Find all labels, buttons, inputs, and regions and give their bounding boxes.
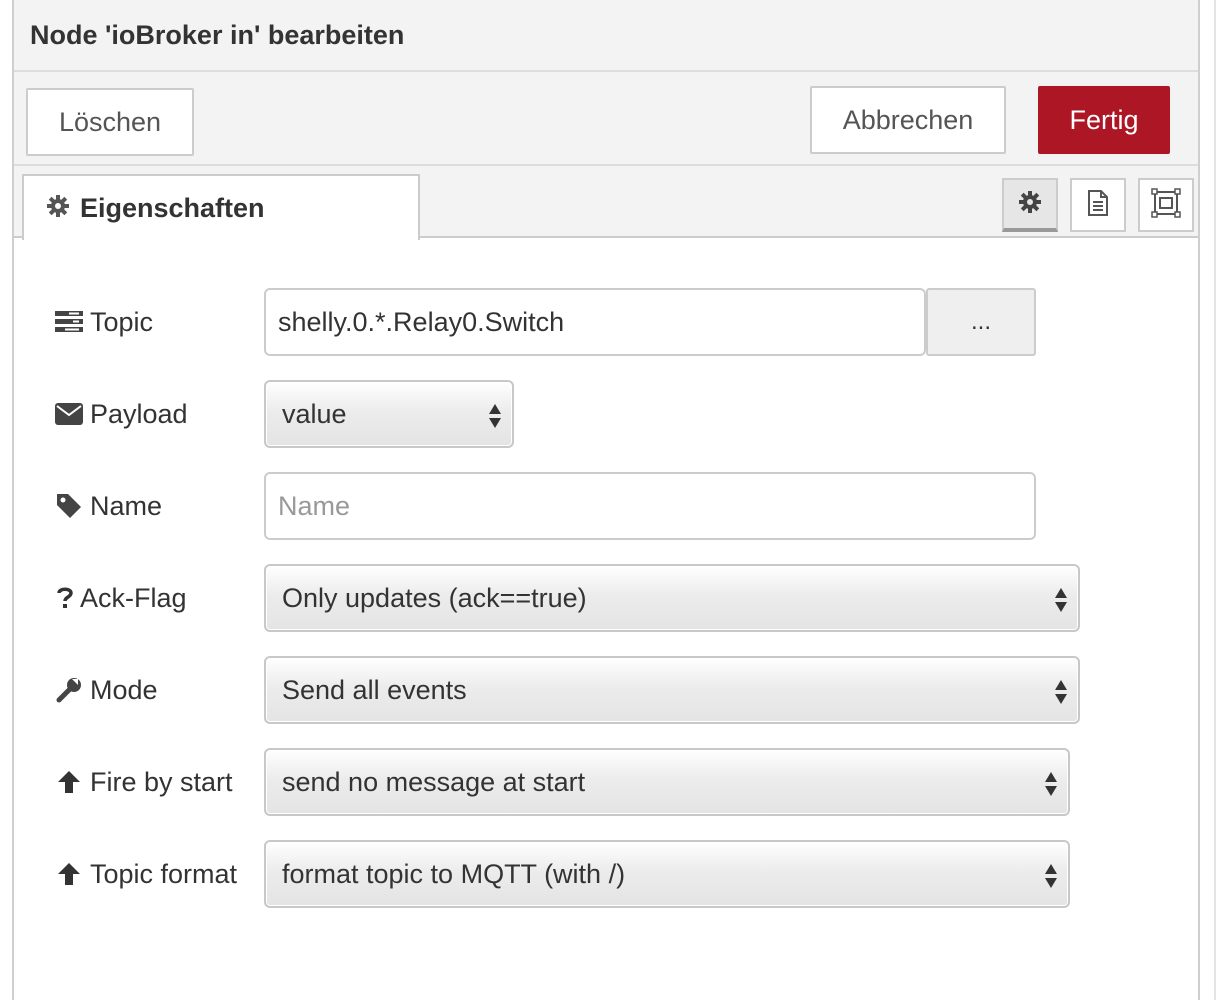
tasks-icon xyxy=(54,311,84,333)
tab-properties[interactable]: Eigenschaften xyxy=(22,174,420,240)
envelope-icon xyxy=(54,403,84,425)
question-icon xyxy=(54,586,76,610)
select-arrows-icon xyxy=(489,404,501,428)
arrow-up-icon xyxy=(54,861,84,887)
select-arrows-icon xyxy=(1055,680,1067,704)
tabs-bar: Eigenschaften xyxy=(14,166,1198,240)
appearance-tab-button[interactable] xyxy=(1138,178,1194,232)
properties-tab-button[interactable] xyxy=(1002,178,1058,232)
edit-node-dialog: Node 'ioBroker in' bearbeiten Löschen Ab… xyxy=(12,0,1200,1000)
tag-icon xyxy=(54,493,84,519)
gear-icon xyxy=(1018,190,1042,219)
dialog-title: Node 'ioBroker in' bearbeiten xyxy=(30,20,405,50)
name-row: Name Name xyxy=(14,472,1198,540)
fire-by-start-label: Fire by start xyxy=(54,748,233,816)
dialog-header: Node 'ioBroker in' bearbeiten xyxy=(14,0,1198,72)
name-label: Name xyxy=(54,472,162,540)
select-arrows-icon xyxy=(1055,588,1067,612)
document-icon xyxy=(1086,189,1110,222)
done-button[interactable]: Fertig xyxy=(1038,86,1170,154)
gear-icon xyxy=(46,194,70,223)
select-arrows-icon xyxy=(1045,864,1057,888)
select-arrows-icon xyxy=(1045,772,1057,796)
payload-select[interactable]: value xyxy=(264,380,514,448)
topic-row: Topic shelly.0.*.Relay0.Switch ... xyxy=(14,288,1198,356)
cancel-button[interactable]: Abbrechen xyxy=(810,86,1006,154)
fire-by-start-select[interactable]: send no message at start xyxy=(264,748,1070,816)
delete-button[interactable]: Löschen xyxy=(26,88,194,156)
fire-by-start-row: Fire by start send no message at start xyxy=(14,748,1198,816)
background-editor-edge xyxy=(1200,0,1220,1000)
payload-row: Payload value xyxy=(14,380,1198,448)
properties-form: Topic shelly.0.*.Relay0.Switch ... Paylo… xyxy=(14,240,1198,1000)
topic-label: Topic xyxy=(54,288,153,356)
tab-properties-label: Eigenschaften xyxy=(80,192,265,223)
mode-select[interactable]: Send all events xyxy=(264,656,1080,724)
mode-row: Mode Send all events xyxy=(14,656,1198,724)
wrench-icon xyxy=(54,677,84,703)
arrow-up-icon xyxy=(54,769,84,795)
topic-format-select[interactable]: format topic to MQTT (with /) xyxy=(264,840,1070,908)
ack-flag-row: Ack-Flag Only updates (ack==true) xyxy=(14,564,1198,632)
topic-input[interactable]: shelly.0.*.Relay0.Switch xyxy=(264,288,926,356)
dialog-toolbar: Löschen Abbrechen Fertig xyxy=(14,72,1198,166)
topic-format-row: Topic format format topic to MQTT (with … xyxy=(14,840,1198,908)
topic-picker-button[interactable]: ... xyxy=(926,288,1036,356)
mode-label: Mode xyxy=(54,656,158,724)
description-tab-button[interactable] xyxy=(1070,178,1126,232)
topic-format-label: Topic format xyxy=(54,840,237,908)
payload-label: Payload xyxy=(54,380,188,448)
ack-flag-select[interactable]: Only updates (ack==true) xyxy=(264,564,1080,632)
name-input[interactable]: Name xyxy=(264,472,1036,540)
appearance-icon xyxy=(1151,187,1181,223)
ack-flag-label: Ack-Flag xyxy=(54,564,187,632)
